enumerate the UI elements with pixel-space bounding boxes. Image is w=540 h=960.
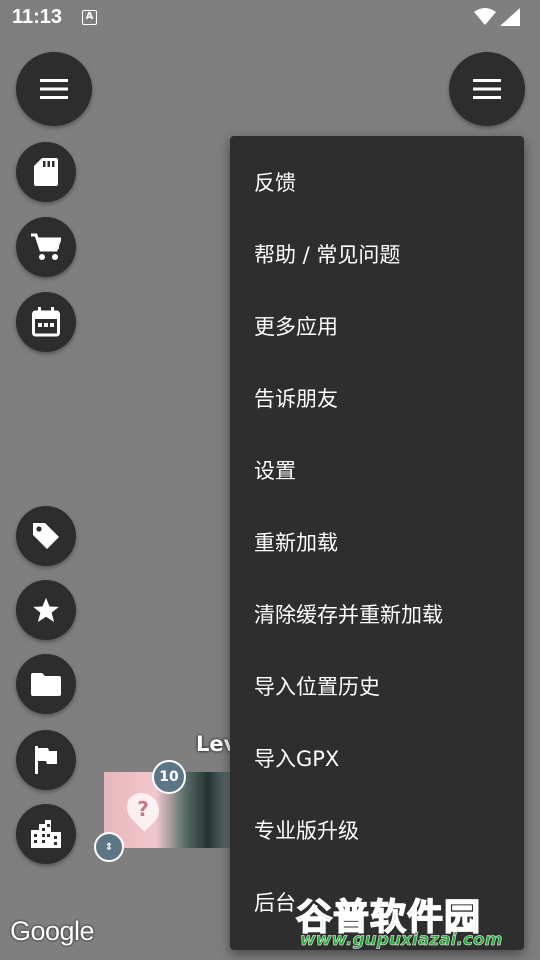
- site-watermark: 谷普软件园 www.gupuxiazai.com: [295, 888, 536, 954]
- shop-button[interactable]: [16, 217, 76, 277]
- status-time: 11:13: [12, 6, 63, 28]
- calendar-icon: [32, 307, 60, 337]
- map-marker-small[interactable]: ⇕: [94, 832, 124, 862]
- overflow-menu-button[interactable]: [449, 52, 525, 126]
- city-icon: [31, 820, 61, 848]
- watermark-url: www.gupuxiazai.com: [300, 930, 503, 951]
- hamburger-menu-icon: [473, 79, 501, 99]
- menu-item-help-faq[interactable]: 帮助 / 常见问题: [230, 218, 524, 290]
- hamburger-menu-icon: [40, 79, 68, 99]
- favorites-button[interactable]: [16, 580, 76, 640]
- menu-item-import-location-history[interactable]: 导入位置历史: [230, 650, 524, 722]
- folder-button[interactable]: [16, 654, 76, 714]
- menu-item-more-apps[interactable]: 更多应用: [230, 290, 524, 362]
- notification-a-icon: A: [82, 10, 97, 25]
- signal-icon: [500, 8, 520, 26]
- tag-button[interactable]: [16, 506, 76, 566]
- star-icon: [33, 597, 59, 623]
- shopping-cart-icon: [31, 233, 61, 260]
- wifi-icon: [474, 8, 496, 25]
- buildings-button[interactable]: [16, 804, 76, 864]
- menu-item-settings[interactable]: 设置: [230, 434, 524, 506]
- flag-icon: [35, 746, 57, 774]
- menu-item-clear-cache-reload[interactable]: 清除缓存并重新加载: [230, 578, 524, 650]
- menu-item-tell-friends[interactable]: 告诉朋友: [230, 362, 524, 434]
- menu-item-pro-upgrade[interactable]: 专业版升级: [230, 794, 524, 866]
- flag-button[interactable]: [16, 730, 76, 790]
- overflow-menu: 反馈 帮助 / 常见问题 更多应用 告诉朋友 设置 重新加载 清除缓存并重新加载…: [230, 136, 524, 950]
- question-icon: ?: [137, 797, 149, 821]
- tag-icon: [33, 523, 59, 549]
- sd-card-icon: [34, 158, 58, 186]
- storage-button[interactable]: [16, 142, 76, 202]
- main-menu-button[interactable]: [16, 52, 92, 126]
- status-bar: 11:13 A: [0, 0, 540, 36]
- calendar-button[interactable]: [16, 292, 76, 352]
- menu-item-feedback[interactable]: 反馈: [230, 146, 524, 218]
- menu-item-reload[interactable]: 重新加载: [230, 506, 524, 578]
- google-logo: Google: [10, 916, 95, 946]
- cluster-count-badge[interactable]: 10: [152, 760, 186, 794]
- menu-item-import-gpx[interactable]: 导入GPX: [230, 722, 524, 794]
- folder-icon: [31, 673, 61, 696]
